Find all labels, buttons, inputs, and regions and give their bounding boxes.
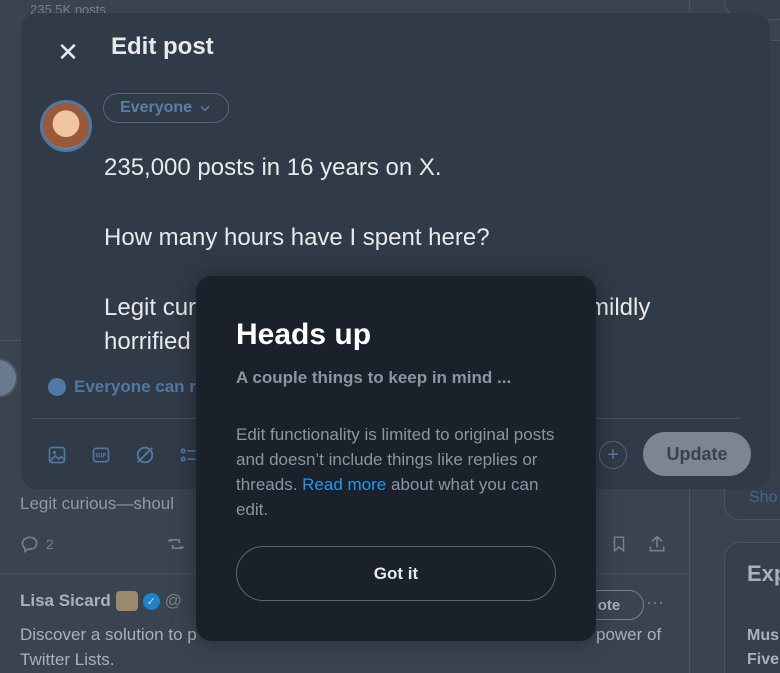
chevron-down-icon	[200, 105, 210, 112]
image-icon[interactable]	[43, 441, 71, 469]
globe-icon	[48, 378, 66, 396]
heads-up-dialog: Heads up A couple things to keep in mind…	[196, 276, 596, 641]
popup-subtitle: A couple things to keep in mind ...	[236, 368, 512, 387]
audience-label: Everyone	[120, 99, 193, 116]
post-line: How many hours have I spent here?	[104, 224, 490, 251]
read-more-link[interactable]: Read more	[302, 475, 386, 494]
dialog-title: Edit post	[111, 33, 214, 60]
close-icon[interactable]: ✕	[51, 35, 85, 69]
update-button[interactable]: Update	[643, 432, 751, 476]
popup-body: Edit functionality is limited to origina…	[236, 422, 561, 522]
add-post-icon[interactable]: +	[599, 441, 627, 469]
audience-selector[interactable]: Everyone	[103, 93, 230, 123]
post-line-wrap: horrified	[104, 328, 191, 355]
post-line-end: mildly	[589, 294, 651, 321]
reply-setting-label: Everyone can r	[74, 377, 196, 396]
got-it-button[interactable]: Got it	[236, 546, 556, 601]
gif-icon[interactable]: GIF	[87, 441, 115, 469]
grok-icon[interactable]	[131, 441, 159, 469]
post-line-start: Legit cur	[104, 294, 197, 321]
popup-title: Heads up	[236, 318, 372, 351]
reply-setting[interactable]: Everyone can r	[48, 377, 196, 397]
avatar[interactable]	[40, 100, 92, 152]
composer-toolbar: GIF	[43, 441, 203, 469]
svg-text:GIF: GIF	[96, 454, 107, 460]
post-line: 235,000 posts in 16 years on X.	[104, 154, 442, 181]
